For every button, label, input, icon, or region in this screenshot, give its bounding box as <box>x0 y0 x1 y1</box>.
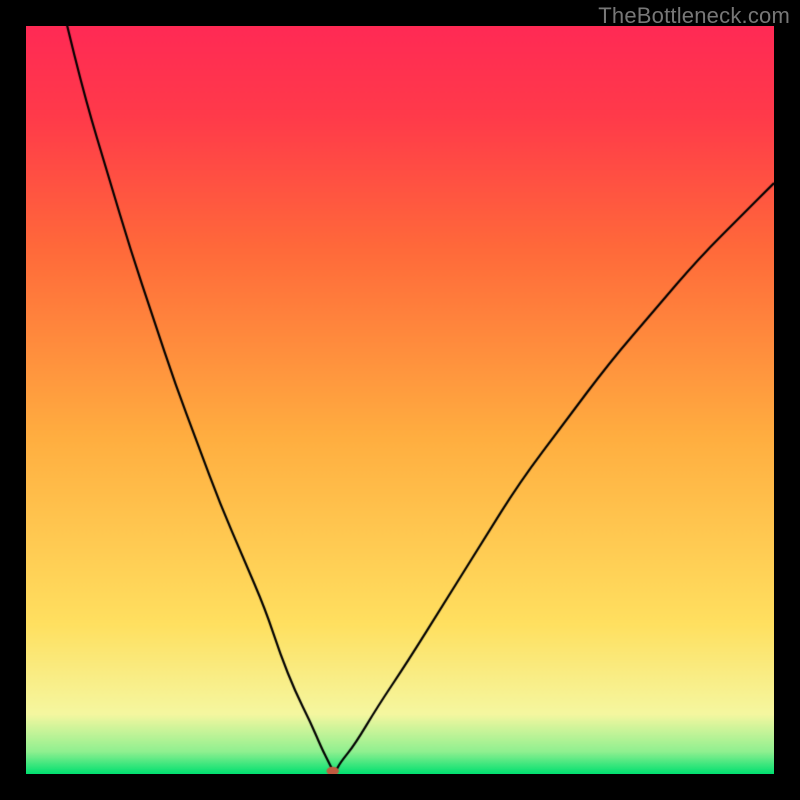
bottleneck-chart <box>26 26 774 774</box>
chart-frame <box>26 26 774 774</box>
